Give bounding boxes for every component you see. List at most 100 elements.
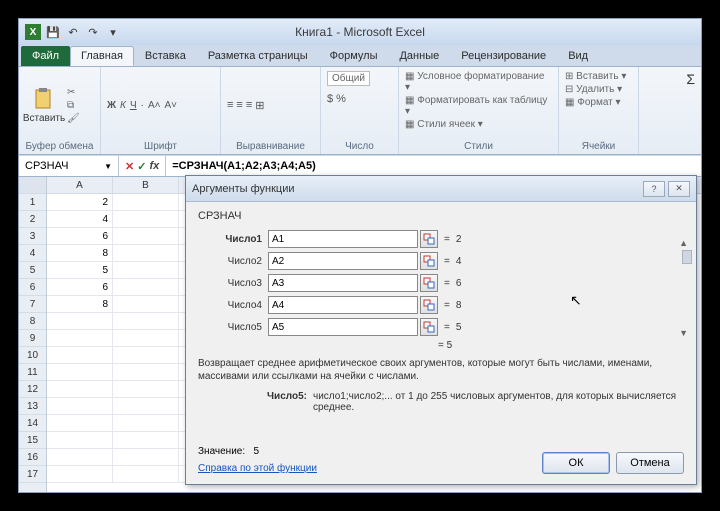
currency-icon[interactable]: $ — [327, 93, 333, 105]
cell[interactable] — [113, 194, 179, 211]
font-size-down-button[interactable]: A˅ — [164, 100, 177, 111]
cell[interactable] — [47, 330, 113, 347]
cut-icon[interactable]: ✂ — [67, 87, 80, 98]
tab-formulas[interactable]: Формулы — [319, 46, 389, 66]
delete-cells-button[interactable]: ⊟ Удалить ▾ — [565, 84, 622, 95]
arg-input-1[interactable] — [268, 230, 418, 248]
cell[interactable] — [113, 330, 179, 347]
cell[interactable] — [47, 466, 113, 483]
cell-styles-button[interactable]: ▦ Стили ячеек ▾ — [405, 119, 483, 130]
italic-button[interactable]: К — [120, 100, 126, 111]
row-header[interactable]: 2 — [19, 211, 46, 228]
row-header[interactable]: 17 — [19, 466, 46, 483]
paste-button[interactable]: Вставить — [25, 75, 63, 135]
range-selector-icon[interactable] — [420, 230, 438, 248]
cell[interactable] — [113, 381, 179, 398]
cell[interactable] — [113, 211, 179, 228]
cell[interactable] — [113, 364, 179, 381]
scroll-thumb[interactable] — [682, 250, 692, 264]
cell[interactable]: 6 — [47, 279, 113, 296]
row-header[interactable]: 8 — [19, 313, 46, 330]
row-header[interactable]: 10 — [19, 347, 46, 364]
name-box[interactable]: СРЗНАЧ▼ — [19, 156, 119, 176]
row-header[interactable]: 5 — [19, 262, 46, 279]
range-selector-icon[interactable] — [420, 252, 438, 270]
cell[interactable]: 4 — [47, 211, 113, 228]
cell[interactable] — [47, 415, 113, 432]
cell[interactable]: 2 — [47, 194, 113, 211]
cell[interactable] — [113, 245, 179, 262]
tab-data[interactable]: Данные — [388, 46, 450, 66]
cell[interactable] — [113, 279, 179, 296]
cell[interactable] — [113, 398, 179, 415]
cell[interactable] — [113, 432, 179, 449]
arg-input-3[interactable] — [268, 274, 418, 292]
font-size-button[interactable]: A˄ — [148, 100, 161, 111]
align-center-icon[interactable]: ≡ — [236, 99, 242, 111]
range-selector-icon[interactable] — [420, 274, 438, 292]
cell[interactable] — [47, 364, 113, 381]
formula-input[interactable]: =СРЗНАЧ(A1;A2;A3;A4;A5) — [166, 160, 701, 172]
row-header[interactable]: 6 — [19, 279, 46, 296]
cond-format-button[interactable]: ▦ Условное форматирование ▾ — [405, 71, 552, 93]
row-header[interactable]: 1 — [19, 194, 46, 211]
cell[interactable] — [47, 398, 113, 415]
undo-icon[interactable]: ↶ — [65, 24, 81, 40]
tab-view[interactable]: Вид — [557, 46, 599, 66]
bold-button[interactable]: Ж — [107, 100, 116, 111]
arg-input-5[interactable] — [268, 318, 418, 336]
chevron-down-icon[interactable]: ▼ — [104, 162, 112, 171]
arg-input-2[interactable] — [268, 252, 418, 270]
help-link[interactable]: Справка по этой функции — [198, 463, 317, 474]
range-selector-icon[interactable] — [420, 318, 438, 336]
tab-home[interactable]: Главная — [70, 46, 134, 66]
ok-button[interactable]: ОК — [542, 452, 610, 474]
cell[interactable] — [113, 313, 179, 330]
cell[interactable] — [47, 432, 113, 449]
row-header[interactable]: 16 — [19, 449, 46, 466]
arg-input-4[interactable] — [268, 296, 418, 314]
cell[interactable] — [47, 449, 113, 466]
row-header[interactable]: 3 — [19, 228, 46, 245]
close-button[interactable]: ✕ — [668, 181, 690, 197]
cell[interactable]: 8 — [47, 296, 113, 313]
cell[interactable] — [47, 381, 113, 398]
autosum-icon[interactable]: Σ — [686, 71, 695, 87]
qat-dropdown-icon[interactable]: ▾ — [105, 24, 121, 40]
copy-icon[interactable]: ⧉ — [67, 100, 80, 111]
insert-cells-button[interactable]: ⊞ Вставить ▾ — [565, 71, 626, 82]
row-header[interactable]: 15 — [19, 432, 46, 449]
cell[interactable] — [113, 415, 179, 432]
save-icon[interactable]: 💾 — [45, 24, 61, 40]
percent-icon[interactable]: % — [336, 93, 346, 105]
redo-icon[interactable]: ↷ — [85, 24, 101, 40]
row-header[interactable]: 9 — [19, 330, 46, 347]
number-format-select[interactable]: Общий — [327, 71, 370, 86]
cell[interactable] — [47, 347, 113, 364]
cell[interactable] — [113, 228, 179, 245]
cell[interactable]: 5 — [47, 262, 113, 279]
scroll-down-icon[interactable]: ▼ — [679, 328, 688, 338]
scroll-up-icon[interactable]: ▲ — [679, 238, 688, 248]
row-header[interactable]: 13 — [19, 398, 46, 415]
cell[interactable] — [113, 262, 179, 279]
row-header[interactable]: 12 — [19, 381, 46, 398]
merge-icon[interactable]: ⊞ — [255, 99, 264, 112]
fx-icon[interactable]: fx — [149, 160, 159, 172]
align-left-icon[interactable]: ≡ — [227, 99, 233, 111]
tab-file[interactable]: Файл — [21, 46, 70, 66]
format-painter-icon[interactable]: 🖌 — [67, 113, 80, 124]
format-cells-button[interactable]: ▦ Формат ▾ — [565, 97, 621, 108]
row-header[interactable]: 4 — [19, 245, 46, 262]
range-selector-icon[interactable] — [420, 296, 438, 314]
col-header[interactable]: B — [113, 177, 179, 194]
align-right-icon[interactable]: ≡ — [246, 99, 252, 111]
cell[interactable] — [113, 449, 179, 466]
cell[interactable] — [113, 347, 179, 364]
row-header[interactable]: 7 — [19, 296, 46, 313]
cell[interactable]: 6 — [47, 228, 113, 245]
cell[interactable] — [113, 296, 179, 313]
cancel-button[interactable]: Отмена — [616, 452, 684, 474]
tab-insert[interactable]: Вставка — [134, 46, 197, 66]
cancel-formula-icon[interactable]: ✕ — [125, 160, 134, 173]
